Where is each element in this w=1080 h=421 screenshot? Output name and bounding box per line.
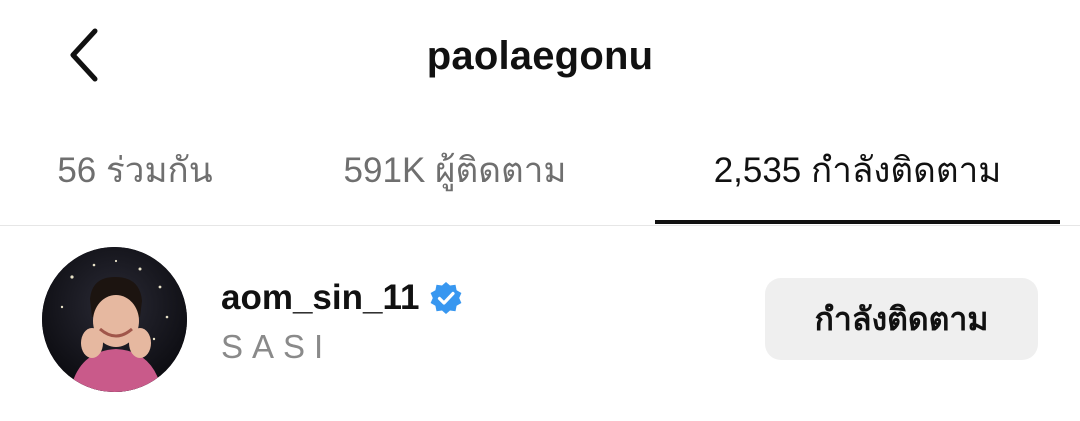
- top-header: paolaegonu: [0, 0, 1080, 115]
- tab-following[interactable]: 2,535 กำลังติดตาม: [655, 115, 1060, 225]
- tab-followers[interactable]: 591K ผู้ติดตาม: [300, 115, 610, 225]
- following-screen: paolaegonu 56 ร่วมกัน 591K ผู้ติดตาม 2,5…: [0, 0, 1080, 421]
- follow-tabs: 56 ร่วมกัน 591K ผู้ติดตาม 2,535 กำลังติด…: [0, 115, 1080, 226]
- page-title: paolaegonu: [426, 34, 654, 78]
- account-username[interactable]: aom_sin_11: [221, 278, 419, 318]
- tab-mutual[interactable]: 56 ร่วมกัน: [20, 115, 250, 225]
- active-tab-indicator: [655, 220, 1060, 224]
- account-name-line: aom_sin_11: [221, 278, 463, 318]
- list-item[interactable]: aom_sin_11 SASI กำลังติดตาม: [0, 226, 1080, 421]
- avatar[interactable]: [42, 247, 187, 392]
- account-full-name: SASI: [221, 328, 333, 365]
- verified-badge-icon: [431, 282, 462, 314]
- following-button[interactable]: กำลังติดตาม: [765, 278, 1038, 360]
